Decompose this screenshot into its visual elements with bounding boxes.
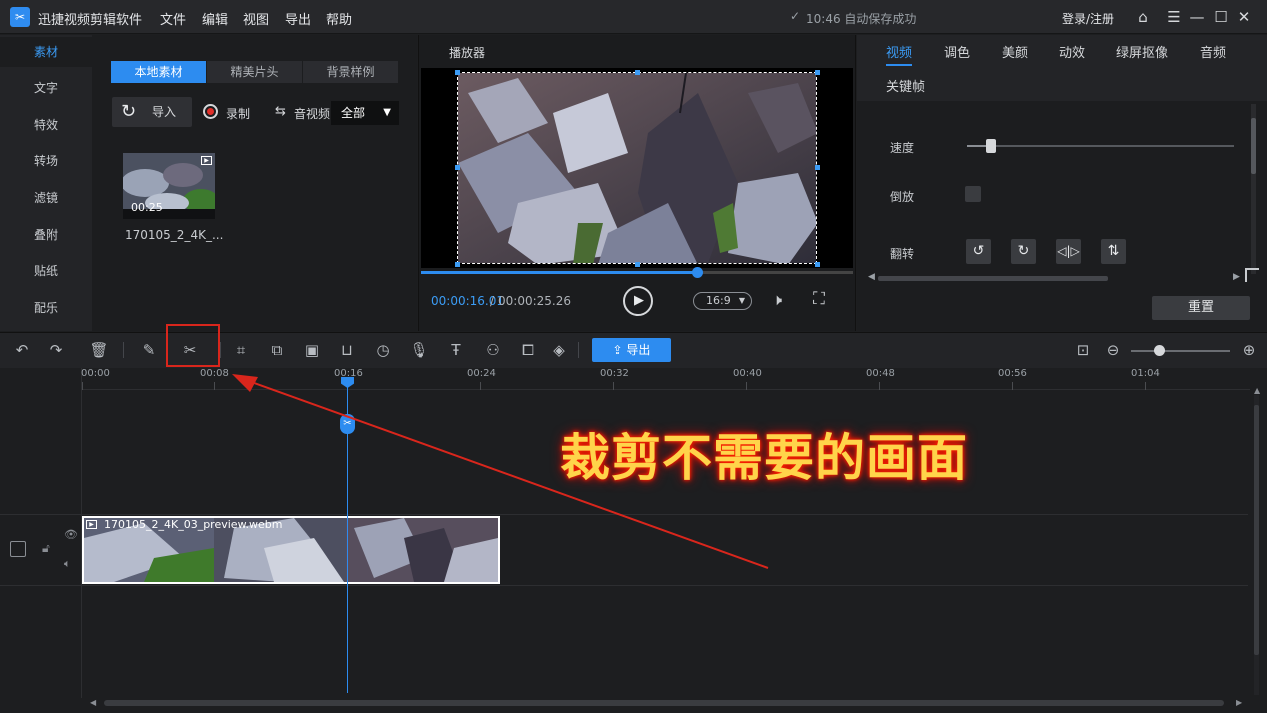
annotation-text: 裁剪不需要的画面 (560, 429, 968, 487)
annotation-arrow (232, 374, 769, 569)
timeline-vscroll[interactable] (1254, 395, 1259, 695)
scroll-right-icon[interactable]: ▶ (1236, 698, 1242, 707)
scroll-up-icon[interactable]: ▲ (1254, 386, 1260, 395)
timeline-hscroll[interactable] (92, 699, 1242, 707)
scrollbar-thumb[interactable] (104, 700, 1224, 706)
scrollbar-thumb[interactable] (1254, 405, 1259, 655)
scroll-left-icon[interactable]: ◀ (90, 698, 96, 707)
